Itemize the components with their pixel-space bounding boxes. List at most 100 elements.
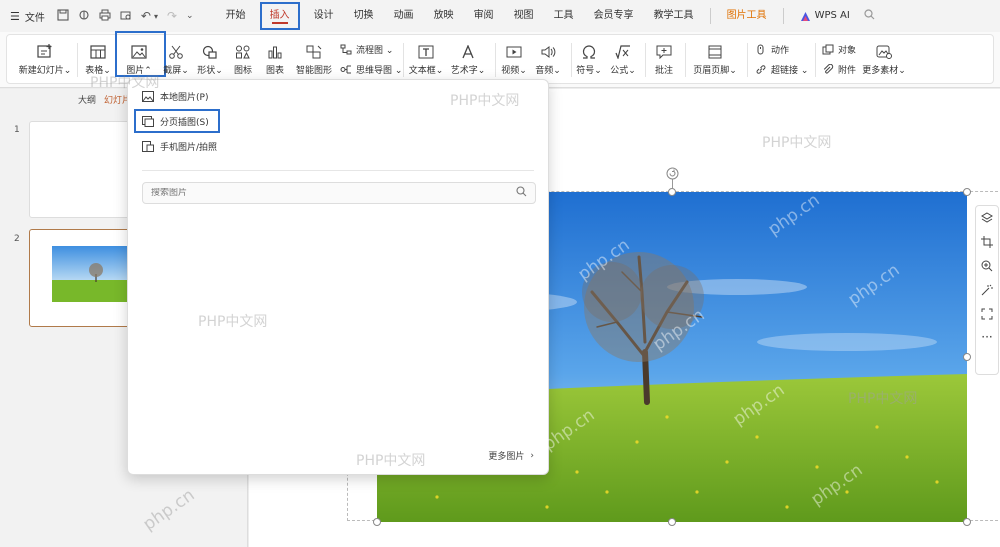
tab-picture-tools[interactable]: 图片工具 xyxy=(717,0,777,32)
mindmap-icon xyxy=(340,65,351,73)
quick-access-toolbar: ↶ ▾ ↷ ⌄ xyxy=(57,8,194,24)
tab-transition[interactable]: 切换 xyxy=(344,0,384,32)
ribbon-separator xyxy=(815,43,816,77)
resize-handle[interactable] xyxy=(668,518,676,526)
picture-search-input[interactable] xyxy=(151,188,491,198)
print-icon[interactable] xyxy=(99,9,111,24)
tab-teaching-tools[interactable]: 教学工具 xyxy=(644,0,704,32)
textbox-button[interactable]: 文本框⌄ xyxy=(407,35,445,83)
tab-separator xyxy=(782,8,784,24)
tab-insert[interactable]: 插入 xyxy=(259,2,300,30)
zoom-icon[interactable] xyxy=(981,260,993,275)
symbol-button[interactable]: 符号⌄ xyxy=(575,35,603,83)
resize-handle[interactable] xyxy=(963,188,971,196)
screenshot-button[interactable]: 截屏⌄ xyxy=(161,35,191,83)
search-icon[interactable] xyxy=(516,186,527,200)
smart-graphic-icon xyxy=(306,45,322,59)
object-button[interactable]: 对象 xyxy=(822,41,856,57)
menu-divider xyxy=(142,170,534,171)
ribbon-separator xyxy=(747,43,748,77)
video-button[interactable]: 视频⌄ xyxy=(499,35,529,83)
header-footer-button[interactable]: 页眉页脚⌄ xyxy=(691,35,739,83)
local-picture-icon xyxy=(142,91,154,102)
wordart-icon xyxy=(462,45,474,59)
redo-icon[interactable]: ↷ xyxy=(167,9,177,23)
menu-bar: ☰ 文件 ↶ ▾ ↷ ⌄ 开始 插入 设计 切换 动画 放映 审阅 视图 工具 … xyxy=(0,0,1000,32)
hyperlink-button[interactable]: 超链接 ⌄ xyxy=(755,61,808,77)
comment-icon xyxy=(656,45,672,59)
watermark: PHP中文网 xyxy=(90,75,160,91)
slide-number: 1 xyxy=(14,125,20,135)
save-icon[interactable] xyxy=(57,8,69,24)
magic-edit-icon[interactable] xyxy=(981,284,993,299)
table-icon xyxy=(90,45,106,59)
undo-icon[interactable]: ↶ xyxy=(141,9,151,23)
chevron-right-icon: › xyxy=(530,450,534,461)
ribbon-separator xyxy=(685,43,686,77)
tab-tools[interactable]: 工具 xyxy=(544,0,584,32)
new-slide-icon xyxy=(37,44,52,58)
attachment-button[interactable]: 附件 xyxy=(822,61,856,77)
search-icon[interactable] xyxy=(864,9,875,23)
shape-button[interactable]: 形状⌄ xyxy=(195,35,225,83)
rotate-icon[interactable] xyxy=(666,167,679,180)
resize-handle[interactable] xyxy=(963,518,971,526)
picture-dropdown-menu: 本地图片(P) 分页插图(S) 手机图片/拍照 更多图片 › xyxy=(127,79,549,475)
flowchart-icon xyxy=(340,44,352,54)
slide-thumbnail-image xyxy=(52,246,128,302)
resize-handle[interactable] xyxy=(963,353,971,361)
tab-view[interactable]: 视图 xyxy=(504,0,544,32)
crop-icon[interactable] xyxy=(981,236,993,251)
customize-dropdown-icon[interactable]: ⌄ xyxy=(186,11,194,21)
ribbon-separator xyxy=(571,43,572,77)
layers-icon[interactable] xyxy=(981,212,993,227)
scissors-icon xyxy=(169,45,183,59)
tab-review[interactable]: 审阅 xyxy=(464,0,504,32)
action-icon xyxy=(757,44,764,54)
picture-highlight xyxy=(115,31,166,77)
watermark: PHP中文网 xyxy=(198,314,268,330)
ribbon-separator xyxy=(645,43,646,77)
omega-icon xyxy=(582,45,596,59)
flowchart-button[interactable]: 流程图 ⌄ xyxy=(340,41,393,57)
tab-home[interactable]: 开始 xyxy=(216,0,256,32)
smart-graphic-button[interactable]: 智能图形 xyxy=(292,35,336,83)
icon-button[interactable]: 图标 xyxy=(229,35,257,83)
paperclip-icon xyxy=(823,63,834,74)
ribbon-separator xyxy=(403,43,404,77)
watermark: PHP中文网 xyxy=(450,93,520,109)
phone-picture-icon xyxy=(142,141,154,152)
wordart-button[interactable]: 艺术字⌄ xyxy=(449,35,487,83)
tab-outline[interactable]: 大纲 xyxy=(78,93,96,106)
tab-slideshow[interactable]: 放映 xyxy=(424,0,464,32)
bar-chart-icon xyxy=(268,46,282,59)
fit-icon[interactable] xyxy=(981,308,993,323)
action-button[interactable]: 动作 xyxy=(755,41,789,57)
picture-search-box[interactable] xyxy=(142,182,536,204)
print-preview-icon[interactable] xyxy=(120,9,132,24)
resize-handle[interactable] xyxy=(373,518,381,526)
more-icon[interactable]: ··· xyxy=(981,331,992,343)
tab-design[interactable]: 设计 xyxy=(304,0,344,32)
speaker-icon xyxy=(541,46,556,58)
tab-animation[interactable]: 动画 xyxy=(384,0,424,32)
comment-button[interactable]: 批注 xyxy=(650,35,678,83)
link-icon xyxy=(756,64,766,74)
more-material-button[interactable]: 更多素材⌄ xyxy=(862,35,906,83)
more-pictures-link[interactable]: 更多图片 › xyxy=(488,449,534,463)
undo-dropdown-icon[interactable]: ▾ xyxy=(154,12,158,21)
new-slide-button[interactable]: 新建幻灯片⌄ xyxy=(19,35,71,83)
export-pdf-icon[interactable] xyxy=(78,9,90,24)
resize-handle[interactable] xyxy=(668,188,676,196)
chart-button[interactable]: 图表 xyxy=(261,35,289,83)
ribbon-separator xyxy=(495,43,496,77)
wps-ai-button[interactable]: WPS AI xyxy=(790,0,860,32)
audio-button[interactable]: 音频⌄ xyxy=(533,35,563,83)
mindmap-button[interactable]: 思维导图 ⌄ xyxy=(340,61,402,77)
header-footer-icon xyxy=(708,45,722,59)
phone-picture-item[interactable]: 手机图片/拍照 xyxy=(142,140,217,153)
tab-separator xyxy=(709,8,711,24)
file-menu[interactable]: ☰ 文件 xyxy=(10,9,45,24)
tab-member[interactable]: 会员专享 xyxy=(584,0,644,32)
formula-button[interactable]: 公式⌄ xyxy=(609,35,637,83)
